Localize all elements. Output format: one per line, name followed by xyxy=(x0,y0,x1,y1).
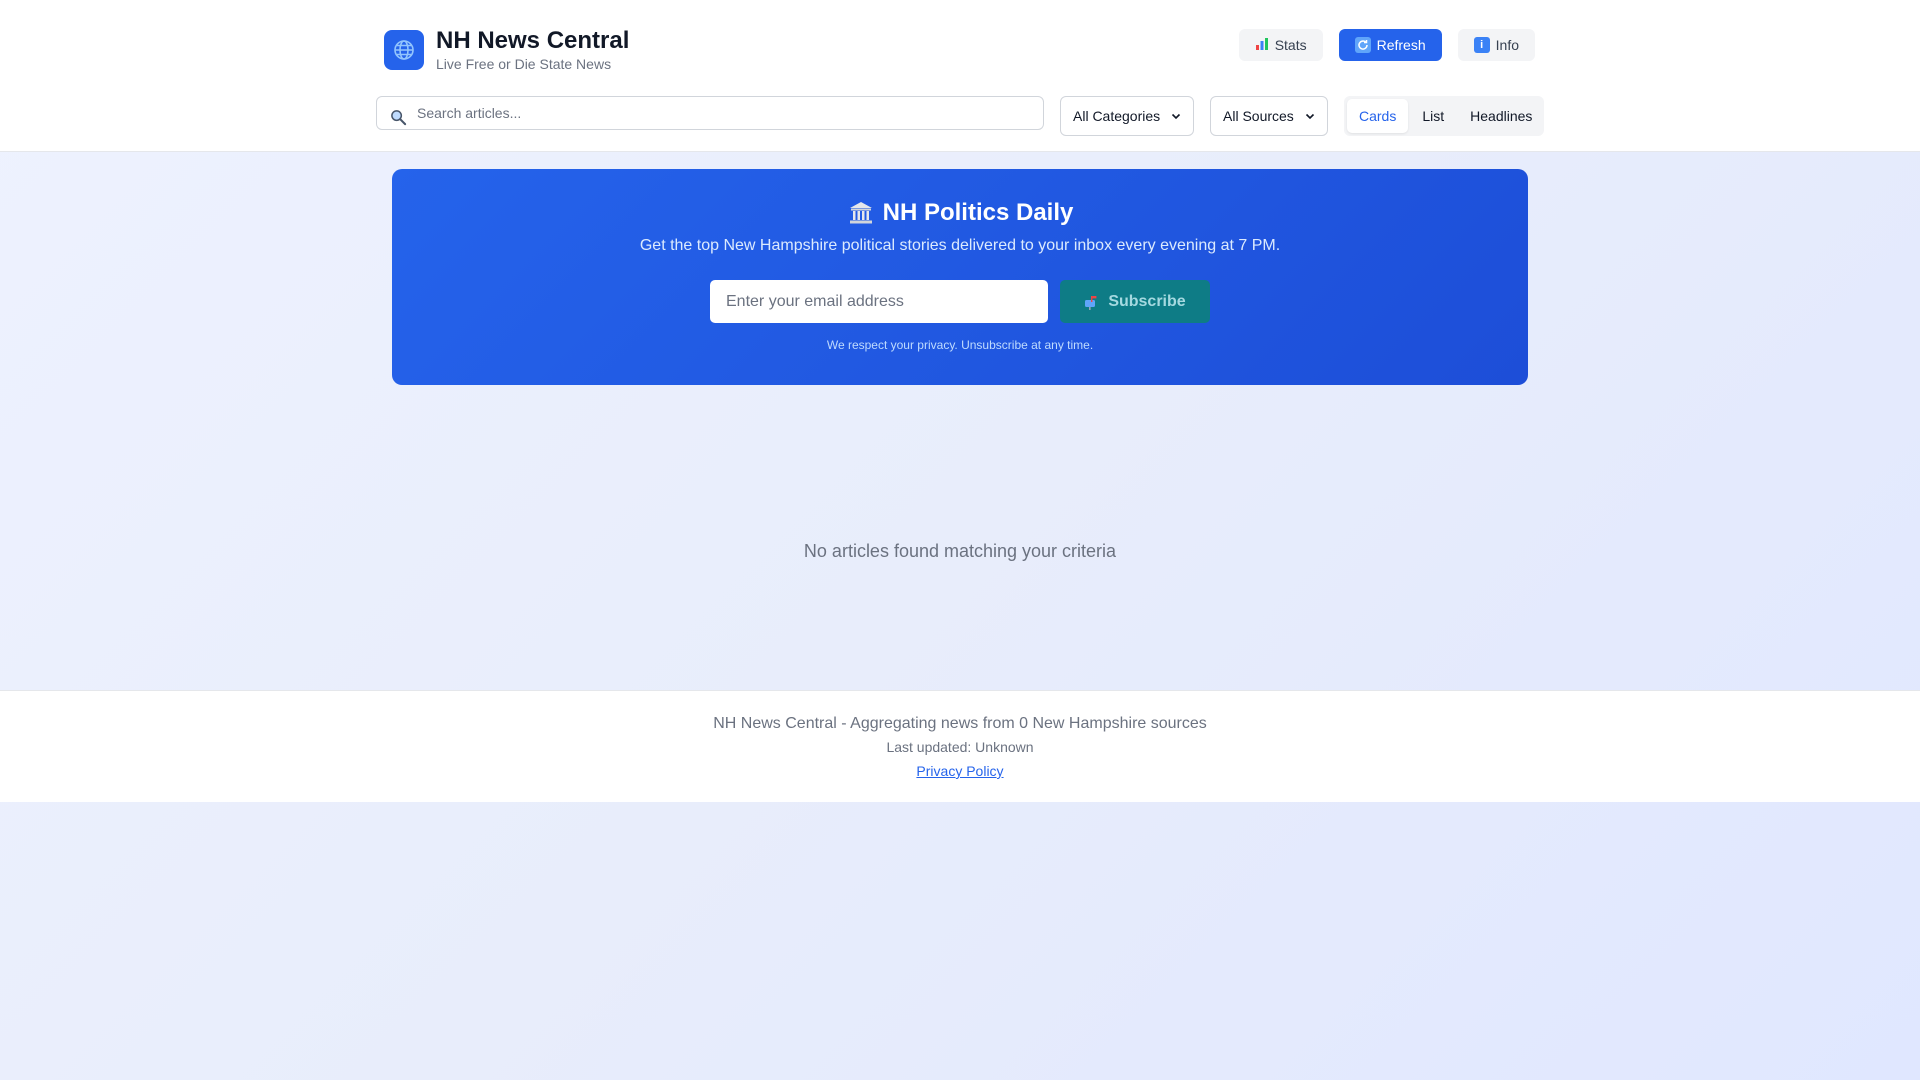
footer-summary: NH News Central - Aggregating news from … xyxy=(713,715,1207,732)
info-icon: i xyxy=(1473,37,1490,53)
privacy-policy-link[interactable]: Privacy Policy xyxy=(0,763,1920,779)
filter-toolbar: All Categories All Sources Cards List He… xyxy=(376,96,1544,136)
refresh-icon xyxy=(1354,37,1371,53)
view-headlines-button[interactable]: Headlines xyxy=(1458,99,1544,133)
subscribe-button[interactable]: Subscribe xyxy=(1060,280,1210,323)
search-icon xyxy=(391,110,407,126)
search-input[interactable] xyxy=(417,97,1037,129)
stats-button[interactable]: Stats xyxy=(1238,29,1323,61)
site-title: NH News Central xyxy=(436,27,630,54)
globe-icon xyxy=(384,30,424,70)
source-select[interactable]: All Sources xyxy=(1210,96,1328,136)
newsletter-banner: NH Politics Daily Get the top New Hampsh… xyxy=(392,169,1528,385)
bar-chart-icon xyxy=(1255,37,1269,54)
newsletter-title-text: NH Politics Daily xyxy=(882,199,1074,226)
search-box[interactable] xyxy=(376,96,1044,130)
view-mode-toggle: Cards List Headlines xyxy=(1344,96,1544,136)
empty-state-message: No articles found matching your criteria xyxy=(803,541,1117,561)
top-header: NH News Central Live Free or Die State N… xyxy=(0,0,1920,152)
stats-label: Stats xyxy=(1274,37,1307,53)
capitol-building-icon xyxy=(849,202,872,224)
view-cards-button[interactable]: Cards xyxy=(1347,99,1409,133)
category-select[interactable]: All Categories xyxy=(1060,96,1194,136)
refresh-label: Refresh xyxy=(1376,37,1426,53)
source-select-value: All Sources xyxy=(1223,108,1294,124)
chevron-down-icon xyxy=(1305,113,1315,120)
category-select-value: All Categories xyxy=(1073,108,1161,124)
chevron-down-icon xyxy=(1171,113,1181,120)
subscribe-label: Subscribe xyxy=(1108,292,1186,310)
refresh-button[interactable]: Refresh xyxy=(1338,29,1442,61)
last-updated: Last updated: Unknown xyxy=(886,739,1034,755)
info-label: Info xyxy=(1495,37,1519,53)
newsletter-title: NH Politics Daily xyxy=(392,199,1528,227)
info-button[interactable]: i Info xyxy=(1457,29,1535,61)
mailbox-icon xyxy=(1085,295,1097,310)
newsletter-subtitle: Get the top New Hampshire political stor… xyxy=(639,237,1281,254)
email-field[interactable] xyxy=(710,280,1048,323)
page-footer: NH News Central - Aggregating news from … xyxy=(0,690,1920,802)
brand[interactable]: NH News Central Live Free or Die State N… xyxy=(384,27,629,73)
view-list-button[interactable]: List xyxy=(1410,99,1456,133)
privacy-note: We respect your privacy. Unsubscribe at … xyxy=(826,338,1094,352)
site-tagline: Live Free or Die State News xyxy=(436,56,612,72)
header-actions: Stats Refresh i Info xyxy=(1238,29,1535,61)
